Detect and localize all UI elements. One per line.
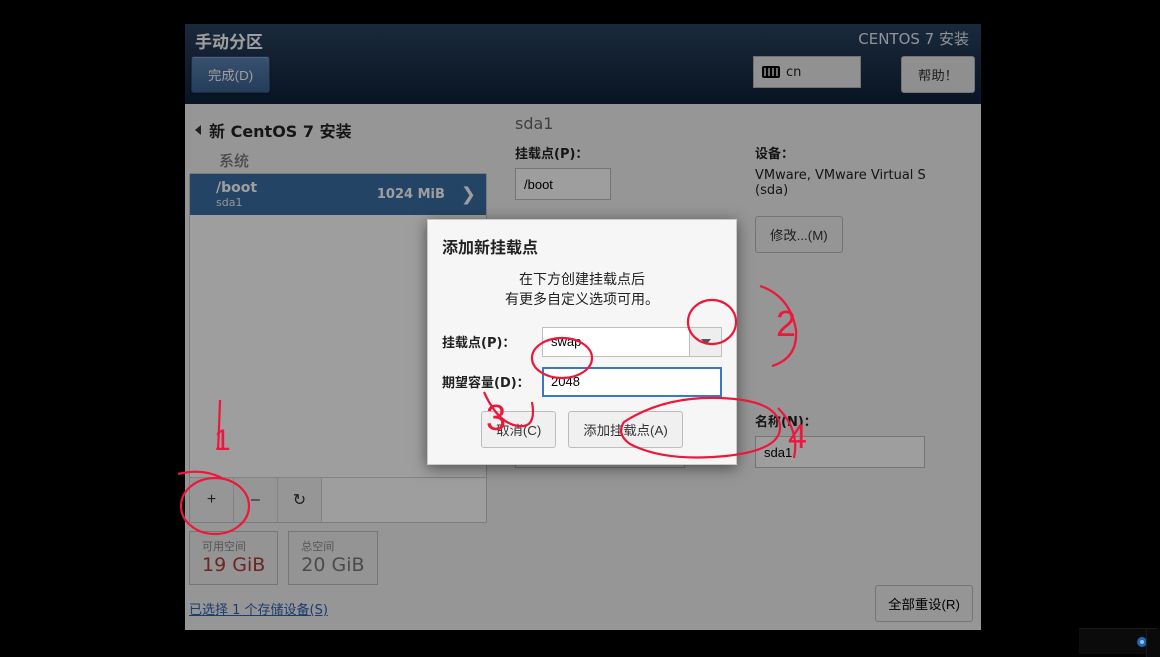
dialog-cancel-button[interactable]: 取消(C) [481,411,556,448]
space-summary: 可用空间 19 GiB 总空间 20 GiB [189,531,487,585]
modify-device-button[interactable]: 修改...(M) [755,216,843,253]
installer-title: CENTOS 7 安装 [858,28,969,49]
remove-partition-button[interactable]: – [234,478,278,522]
mountpoint-input[interactable] [515,168,611,200]
partition-mountpoint: /boot [216,180,257,196]
add-partition-button[interactable]: + [190,478,234,522]
dialog-mountpoint-dropdown-button[interactable] [690,327,722,357]
chevron-down-icon [701,339,711,345]
dialog-mountpoint-row: 挂载点(P)： [442,327,722,357]
dialog-description: 在下方创建挂载点后 有更多自定义选项可用。 [442,270,722,311]
partition-name-group: 名称(N)： [755,411,965,468]
partition-name-label: 名称(N)： [755,411,965,430]
device-field-group: 设备： VMware, VMware Virtual S (sda) 修改...… [755,143,965,253]
keyboard-icon [762,66,780,78]
dialog-title: 添加新挂载点 [442,234,722,258]
partition-toolbar: + – ↻ [190,477,486,522]
available-space-label: 可用空间 [202,538,265,554]
reset-all-button[interactable]: 全部重设(R) [875,585,973,622]
partition-size: 1024 MiB [377,187,445,202]
dialog-mountpoint-label: 挂载点(P)： [442,332,532,351]
partition-row-boot[interactable]: /boot sda1 1024 MiB ❯ [190,174,486,215]
header-bar: 手动分区 CENTOS 7 安装 完成(D) cn 帮助！ [185,24,981,104]
done-button[interactable]: 完成(D) [191,56,270,93]
partition-device: sda1 [216,196,257,209]
mountpoint-label: 挂载点(P)： [515,143,725,162]
device-label: 设备： [755,143,965,162]
help-button[interactable]: 帮助！ [901,56,975,93]
dialog-mountpoint-input[interactable] [542,327,690,357]
partition-detail-title: sda1 [515,114,965,133]
available-space-card: 可用空间 19 GiB [189,531,278,585]
chevron-right-icon: ❯ [461,184,476,205]
device-value: VMware, VMware Virtual S (sda) [755,168,935,198]
keyboard-indicator[interactable]: cn [753,56,861,88]
available-space-value: 19 GiB [202,554,265,576]
total-space-label: 总空间 [301,538,364,554]
tree-section-system: 系统 [185,148,491,173]
expander-icon [195,125,201,135]
dialog-capacity-label: 期望容量(D)： [442,372,532,391]
partition-name-input[interactable] [755,436,925,468]
dialog-capacity-row: 期望容量(D)： [442,367,722,397]
total-space-value: 20 GiB [301,554,364,576]
reload-button[interactable]: ↻ [278,478,322,522]
scroll-edge [1146,629,1160,657]
install-tree-header[interactable]: 新 CentOS 7 安装 [185,112,491,148]
install-tree-title: 新 CentOS 7 安装 [209,118,352,142]
add-mountpoint-dialog: 添加新挂载点 在下方创建挂载点后 有更多自定义选项可用。 挂载点(P)： 期望容… [427,219,737,465]
total-space-card: 总空间 20 GiB [288,531,377,585]
keyboard-layout-label: cn [786,65,801,80]
page-title: 手动分区 [195,28,263,53]
selected-devices-link[interactable]: 已选择 1 个存储设备(S) [189,599,487,618]
dialog-capacity-input[interactable] [542,367,722,397]
dialog-add-mountpoint-button[interactable]: 添加挂载点(A) [568,411,682,448]
